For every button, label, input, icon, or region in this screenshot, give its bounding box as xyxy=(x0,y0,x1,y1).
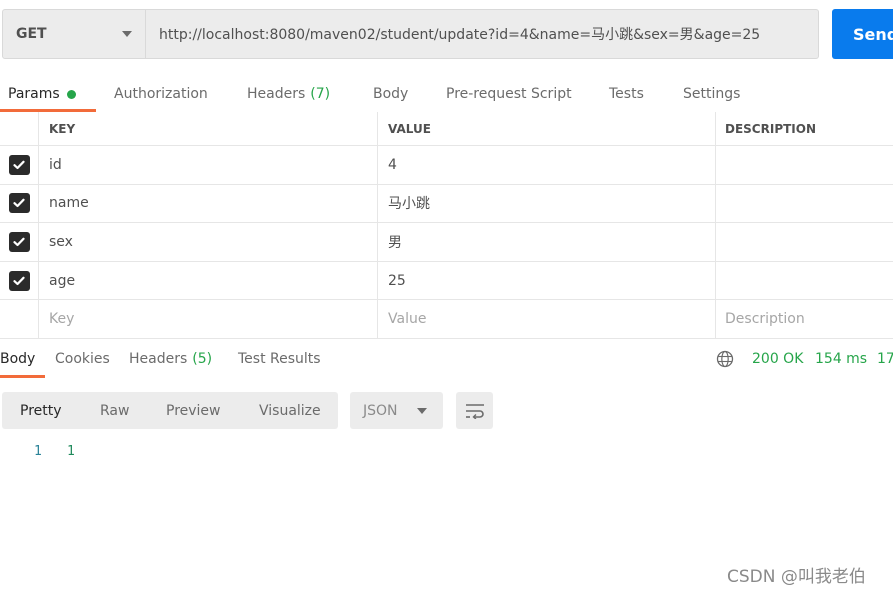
new-param-row: Key Value Description xyxy=(0,300,893,339)
key-cell[interactable]: id xyxy=(39,146,378,184)
params-table: KEY VALUE DESCRIPTION id 4 name 马小跳 sex xyxy=(0,112,893,339)
checkmark-icon xyxy=(13,276,25,285)
value-cell[interactable]: 马小跳 xyxy=(378,184,716,223)
method-select[interactable]: GET xyxy=(3,10,146,58)
response-tabs: Body Cookies Headers (5) Test Results 20… xyxy=(0,340,893,378)
header-description: DESCRIPTION xyxy=(725,121,817,136)
new-value-input[interactable]: Value xyxy=(378,300,716,338)
check-cell xyxy=(0,300,39,338)
tab-label: Cookies xyxy=(55,351,110,367)
tab-settings[interactable]: Settings xyxy=(683,76,740,112)
value-cell[interactable]: 男 xyxy=(378,223,716,261)
check-cell xyxy=(0,184,39,223)
wrap-lines-button[interactable] xyxy=(456,392,493,429)
body-view-mode-selector: Pretty Raw Preview Visualize xyxy=(2,392,338,429)
tab-body[interactable]: Body xyxy=(373,76,408,112)
watermark: CSDN @叫我老伯 xyxy=(727,567,866,587)
params-active-dot-icon xyxy=(66,89,76,99)
tab-label: Headers xyxy=(247,86,306,102)
tab-pre-request-script[interactable]: Pre-request Script xyxy=(446,76,572,112)
wrap-lines-icon xyxy=(465,403,484,419)
header-value: VALUE xyxy=(378,112,716,145)
value-cell[interactable]: 25 xyxy=(378,261,716,300)
tab-tests[interactable]: Tests xyxy=(609,76,644,112)
table-row: sex 男 xyxy=(0,223,893,262)
tab-authorization[interactable]: Authorization xyxy=(114,76,208,112)
response-tab-headers[interactable]: Headers (5) xyxy=(129,340,212,378)
row-checkbox[interactable] xyxy=(8,231,30,252)
line-content: 1 xyxy=(67,444,75,459)
response-size[interactable]: 17 xyxy=(877,340,893,378)
checkmark-icon xyxy=(13,160,25,169)
description-cell[interactable] xyxy=(716,223,893,261)
checkmark-icon xyxy=(13,237,25,247)
value-cell[interactable]: 4 xyxy=(378,146,716,184)
description-cell[interactable] xyxy=(716,262,893,300)
tab-params[interactable]: Params xyxy=(8,76,76,112)
mode-preview[interactable]: Preview xyxy=(166,392,221,429)
table-row: name 马小跳 xyxy=(0,184,893,224)
row-checkbox[interactable] xyxy=(8,154,30,175)
description-cell[interactable] xyxy=(716,185,893,223)
request-bar: GET http://localhost:8080/maven02/studen… xyxy=(2,9,819,59)
tab-label: Settings xyxy=(683,86,741,102)
tab-label: Tests xyxy=(609,86,644,102)
tab-label: Pre-request Script xyxy=(446,86,572,102)
check-cell xyxy=(0,146,39,184)
row-checkbox[interactable] xyxy=(8,193,30,214)
table-header: KEY VALUE DESCRIPTION xyxy=(0,112,893,146)
table-row: id 4 xyxy=(0,146,893,185)
language-label: JSON xyxy=(363,402,398,419)
mode-raw[interactable]: Raw xyxy=(100,392,129,429)
checkmark-icon xyxy=(13,199,25,208)
line-number: 1 xyxy=(34,444,42,459)
chevron-down-icon xyxy=(417,407,427,414)
description-cell[interactable] xyxy=(716,146,893,184)
table-row: age 25 xyxy=(0,261,893,301)
header-key: KEY xyxy=(39,112,378,145)
row-checkbox[interactable] xyxy=(8,270,30,291)
chevron-down-icon xyxy=(122,31,132,37)
key-cell[interactable]: name xyxy=(39,184,378,223)
active-response-tab-indicator xyxy=(0,375,45,378)
header-check-cell xyxy=(0,112,39,145)
method-label: GET xyxy=(16,26,47,42)
key-cell[interactable]: age xyxy=(39,261,378,300)
tab-label: Authorization xyxy=(114,86,208,102)
new-description-input[interactable]: Description xyxy=(716,300,893,338)
tab-label: Params xyxy=(8,86,60,102)
response-tab-body[interactable]: Body xyxy=(0,340,35,378)
send-button[interactable]: Send xyxy=(832,9,893,59)
key-cell[interactable]: sex xyxy=(39,223,378,261)
check-cell xyxy=(0,261,39,300)
url-input[interactable]: http://localhost:8080/maven02/student/up… xyxy=(146,10,818,58)
request-tabs: Params Authorization Headers (7) Body Pr… xyxy=(0,76,893,112)
response-time[interactable]: 154 ms xyxy=(815,340,867,378)
response-headers-count: (5) xyxy=(192,351,213,367)
tab-label: Test Results xyxy=(238,351,321,367)
tab-label: Body xyxy=(373,86,409,102)
status-code[interactable]: 200 OK xyxy=(752,340,803,378)
language-select[interactable]: JSON xyxy=(350,392,443,429)
tab-headers[interactable]: Headers (7) xyxy=(247,76,330,112)
tab-label: Body xyxy=(0,351,36,367)
headers-count: (7) xyxy=(310,86,331,102)
globe-icon[interactable] xyxy=(716,350,734,372)
response-tab-test-results[interactable]: Test Results xyxy=(238,340,321,378)
mode-pretty[interactable]: Pretty xyxy=(20,392,62,429)
new-key-input[interactable]: Key xyxy=(39,300,378,338)
check-cell xyxy=(0,223,39,261)
response-tab-cookies[interactable]: Cookies xyxy=(55,340,110,378)
tab-label: Headers xyxy=(129,351,188,367)
mode-visualize[interactable]: Visualize xyxy=(259,392,321,429)
